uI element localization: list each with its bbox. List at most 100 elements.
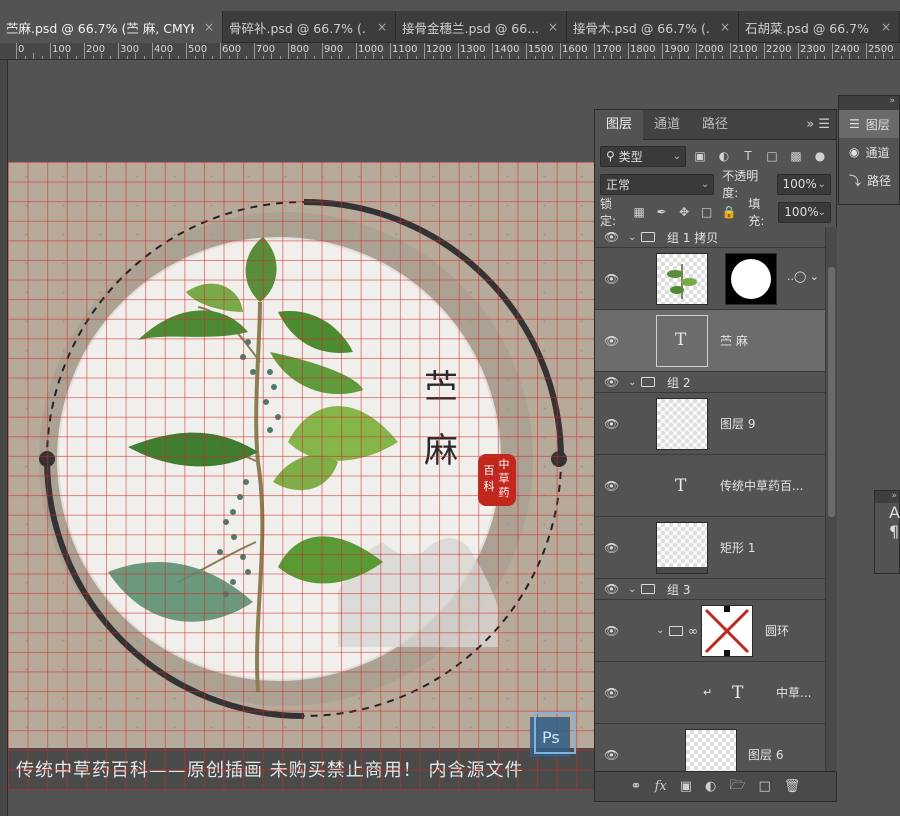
layer-row-caption-text[interactable]: 👁 T 传统中草药百... (595, 455, 825, 517)
ruler-tick (730, 43, 731, 59)
layer-row-smart-object[interactable]: 👁 ..◯ ⌄ (595, 248, 825, 310)
text-filter-icon[interactable]: T (738, 149, 758, 163)
new-layer-icon[interactable]: □ (759, 779, 771, 794)
ruler-label: 2200 (766, 44, 792, 55)
panel-menu-icon[interactable]: » ☰ (806, 117, 830, 132)
close-icon[interactable]: × (881, 20, 891, 34)
tab-layers[interactable]: 图层 (595, 109, 644, 140)
ruler-label: 1700 (596, 44, 622, 55)
chevron-down-icon: ⌄ (700, 178, 710, 190)
visibility-eye-icon[interactable]: 👁 (604, 272, 619, 286)
folder-icon (641, 377, 655, 387)
visibility-eye-icon[interactable]: 👁 (604, 748, 619, 762)
ruler-tick (288, 43, 289, 59)
chevron-down-icon[interactable]: ⌄ (628, 584, 636, 595)
layer-row-ring-group[interactable]: 👁 ⌄ ∞ 圆环 (595, 600, 825, 662)
opacity-input[interactable]: 100% ⌄ (776, 173, 831, 195)
visibility-eye-icon[interactable]: 👁 (604, 375, 619, 389)
layer-name: 传统中草药百... (720, 479, 804, 493)
lock-position-icon[interactable]: ✥ (675, 205, 693, 219)
seal-char-2: 草 (499, 472, 510, 485)
horizontal-ruler: 0 100 200 300 400 500 600 700 800 900 1000 1100 1200… (0, 43, 900, 60)
folder-icon[interactable]: 🗁 (729, 776, 745, 798)
filter-toggle-icon[interactable]: ● (810, 149, 830, 163)
layer-row-group-1-copy[interactable]: 👁 ⌄ 组 1 拷贝 (595, 227, 825, 248)
ruler-tick (526, 43, 527, 59)
layer-row-seal-text[interactable]: 👁 ↵ T 中草... (595, 662, 825, 724)
visibility-eye-icon[interactable]: 👁 (604, 230, 619, 244)
layer-row-title-text[interactable]: 👁 T 苎 麻 (595, 310, 825, 372)
ruler-minor-tick (772, 56, 774, 59)
expand-icon[interactable]: » (839, 96, 899, 110)
lock-all-icon[interactable]: 🔒 (720, 205, 738, 219)
visibility-eye-icon[interactable]: 👁 (604, 417, 619, 431)
document-canvas[interactable]: 苎 麻 中 草 药 百 科 传统中草药百科——原创插画 未购买禁止商用！ 内含源… (8, 162, 598, 790)
lock-paint-icon[interactable]: ✒ (652, 205, 670, 219)
layer-row-group-3[interactable]: 👁 ⌄ 组 3 (595, 579, 825, 600)
mask-icon[interactable]: ▣ (680, 779, 692, 794)
ruler-minor-tick (704, 56, 706, 59)
visibility-eye-icon[interactable]: 👁 (604, 541, 619, 555)
chevron-down-icon[interactable]: ⌄ (628, 377, 636, 388)
document-tab[interactable]: 接骨金穗兰.psd @ 66.... × (396, 11, 567, 43)
dock-item-paths[interactable]: ⤵ 路径 (839, 166, 899, 194)
document-tab[interactable]: 接骨木.psd @ 66.7% (... × (567, 11, 739, 43)
smart-filter-icon[interactable]: ▩ (786, 149, 806, 163)
filter-kind-select[interactable]: ⚲ 类型 ⌄ (600, 145, 686, 167)
visibility-eye-icon[interactable]: 👁 (604, 582, 619, 596)
scrollbar-thumb[interactable] (828, 267, 835, 517)
layer-row-layer-9[interactable]: 👁 图层 9 (595, 393, 825, 455)
chevron-down-icon[interactable]: ⌄ (628, 232, 636, 243)
link-icon[interactable]: ∞ (688, 624, 698, 638)
paragraph-panel-icon[interactable]: ¶ (875, 522, 899, 541)
layer-name: 组 3 (667, 582, 691, 597)
dock-item-layers[interactable]: ☰ 图层 (839, 110, 899, 138)
search-icon: ⚲ (606, 149, 615, 163)
close-icon[interactable]: × (548, 20, 558, 34)
visibility-eye-icon[interactable]: 👁 (604, 624, 619, 638)
tab-channels[interactable]: 通道 (643, 110, 691, 140)
blend-mode-select[interactable]: 正常 ⌄ (600, 173, 715, 195)
visibility-eye-icon[interactable]: 👁 (604, 479, 619, 493)
ruler-label: 600 (222, 44, 242, 55)
layer-row-rectangle-1[interactable]: 👁 矩形 1 (595, 517, 825, 579)
layer-mask-thumbnail[interactable] (701, 605, 753, 657)
ruler-tick (832, 43, 833, 59)
visibility-eye-icon[interactable]: 👁 (604, 686, 619, 700)
fx-icon[interactable]: fx (655, 779, 667, 794)
lock-artboard-icon[interactable]: □ (697, 205, 715, 219)
text-layer-icon: T (675, 330, 687, 350)
layers-scrollbar[interactable] (825, 227, 837, 772)
dock-item-channels[interactable]: ◉ 通道 (839, 138, 899, 166)
character-panel-icon[interactable]: A (875, 503, 900, 522)
adjustment-filter-icon[interactable]: ◐ (714, 149, 734, 163)
layer-mask-thumbnail[interactable] (725, 253, 777, 305)
document-tab[interactable]: 骨碎补.psd @ 66.7% (... × (223, 11, 396, 43)
ruler-minor-tick (653, 56, 655, 59)
channels-icon: ◉ (849, 145, 860, 159)
image-filter-icon[interactable]: ▣ (690, 149, 710, 163)
layer-row-layer-6[interactable]: 👁 图层 6 (595, 724, 825, 772)
close-icon[interactable]: × (720, 20, 730, 34)
shape-filter-icon[interactable]: □ (762, 149, 782, 163)
close-icon[interactable]: × (204, 20, 214, 34)
ruler-tick (322, 43, 323, 59)
chevron-down-icon[interactable]: ⌄ (656, 625, 664, 636)
adjustment-icon[interactable]: ◐ (705, 779, 716, 794)
fill-input[interactable]: 100% ⌄ (778, 201, 831, 223)
ruler-label: 900 (324, 44, 344, 55)
seal-char-4: 百 (484, 464, 495, 477)
document-tab[interactable]: 石胡菜.psd @ 66.7% (... × (739, 11, 900, 43)
document-tab[interactable]: 苎麻.psd @ 66.7% (苎 麻, CMYK/8#) × (0, 11, 223, 43)
collapsed-panel-dock: » ☰ 图层 ◉ 通道 ⤵ 路径 (838, 95, 900, 205)
smart-filter-icon[interactable]: ..◯ ⌄ (787, 270, 819, 283)
chevron-down-icon: ⌄ (817, 206, 826, 218)
trash-icon[interactable]: 🗑 (784, 779, 801, 794)
visibility-eye-icon[interactable]: 👁 (604, 334, 619, 348)
expand-icon[interactable]: » (875, 491, 899, 503)
layer-row-group-2[interactable]: 👁 ⌄ 组 2 (595, 372, 825, 393)
tab-paths[interactable]: 路径 (691, 110, 739, 140)
close-icon[interactable]: × (377, 20, 387, 34)
lock-transparency-icon[interactable]: ▦ (630, 205, 648, 219)
link-icon[interactable]: ⚭ (631, 779, 642, 794)
